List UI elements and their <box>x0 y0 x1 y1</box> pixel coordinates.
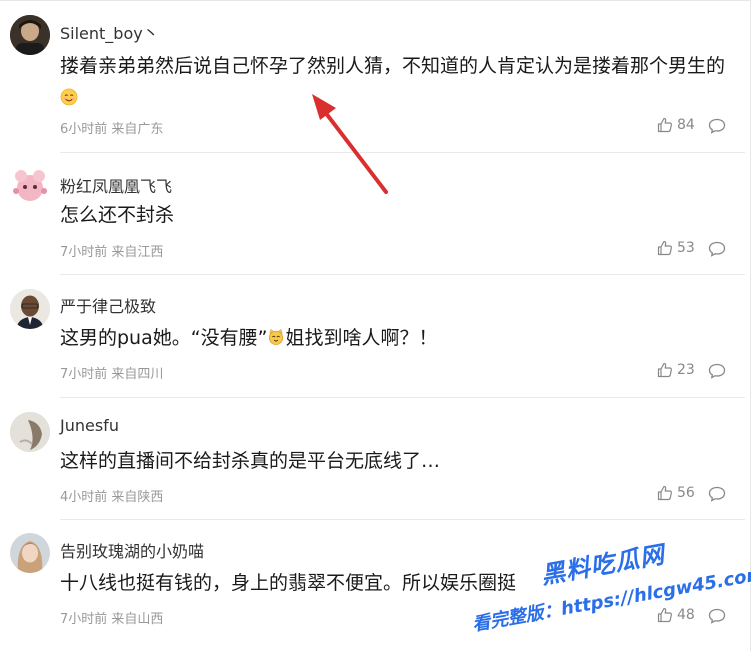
timestamp-location: 7小时前 来自江西 <box>60 245 164 260</box>
thumbs-up-icon <box>657 117 672 133</box>
comment-bubble-icon[interactable] <box>708 486 726 502</box>
comment-text: 这男的pua她。“没有腰” 姐找到啥人啊？！ <box>60 327 438 349</box>
like-count: 53 <box>677 240 695 256</box>
like-count: 56 <box>677 485 695 501</box>
comment-item: 告别玫瑰湖的小奶喵 十八线也挺有钱的，身上的翡翠不便宜。所以娱乐圈挺 7小时前 … <box>0 520 745 651</box>
like-button[interactable]: 48 <box>657 607 695 623</box>
avatar[interactable] <box>10 167 50 207</box>
comment-bubble-icon[interactable] <box>708 118 726 134</box>
avatar[interactable] <box>10 15 50 55</box>
like-button[interactable]: 23 <box>657 362 695 378</box>
username[interactable]: 告别玫瑰湖的小奶喵 <box>60 538 204 562</box>
avatar[interactable] <box>10 412 50 452</box>
avatar[interactable] <box>10 289 50 329</box>
thumbs-up-icon <box>657 607 672 623</box>
avatar[interactable] <box>10 533 50 573</box>
thumbs-up-icon <box>657 362 672 378</box>
timestamp-location: 7小时前 来自山西 <box>60 612 164 627</box>
red-annotation-arrow <box>312 94 388 194</box>
thumbs-up-icon <box>657 485 672 501</box>
username[interactable]: Silent_boy丶 <box>60 20 159 44</box>
timestamp-location: 6小时前 来自广东 <box>60 122 164 137</box>
cat-face-emoji <box>269 328 284 345</box>
comment-bubble-icon[interactable] <box>708 608 726 624</box>
timestamp-location: 7小时前 来自四川 <box>60 367 164 382</box>
username[interactable]: 粉红凤凰凰飞飞 <box>60 173 172 197</box>
comment-item: 严于律己极致 这男的pua她。“没有腰” 姐找到啥人啊？！ 7小时前 来自四川 … <box>0 275 745 398</box>
like-count: 48 <box>677 607 695 623</box>
comment-bubble-icon[interactable] <box>708 241 726 257</box>
smiling-face-emoji <box>60 88 78 106</box>
comment-text: 十八线也挺有钱的，身上的翡翠不便宜。所以娱乐圈挺 <box>60 572 517 594</box>
like-button[interactable]: 56 <box>657 485 695 501</box>
like-count: 23 <box>677 362 695 378</box>
username[interactable]: 严于律己极致 <box>60 293 156 317</box>
timestamp-location: 4小时前 来自陕西 <box>60 490 164 505</box>
like-button[interactable]: 84 <box>657 117 695 133</box>
comment-item: Junesfu 这样的直播间不给封杀真的是平台无底线了… 4小时前 来自陕西 5… <box>0 398 745 520</box>
comment-text: 怎么还不封杀 <box>60 204 175 226</box>
username[interactable]: Junesfu <box>60 416 119 435</box>
comment-bubble-icon[interactable] <box>708 363 726 379</box>
comment-text: 这样的直播间不给封杀真的是平台无底线了… <box>60 450 441 472</box>
like-count: 84 <box>677 117 695 133</box>
thumbs-up-icon <box>657 240 672 256</box>
like-button[interactable]: 53 <box>657 240 695 256</box>
